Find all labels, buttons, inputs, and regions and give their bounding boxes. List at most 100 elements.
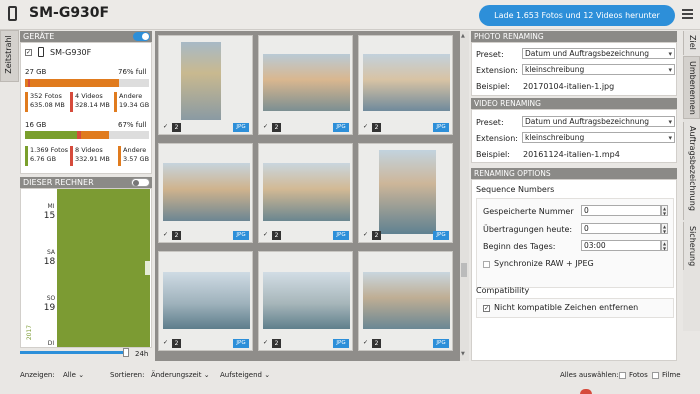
tab-timeline[interactable]: Zeitstrahl: [0, 30, 19, 82]
day-number: 19: [43, 303, 56, 313]
renaming-options-header: RENAMING OPTIONS: [471, 168, 677, 179]
timeline-zoom-slider[interactable]: [20, 351, 125, 354]
type-badge: JPG: [333, 339, 349, 348]
select-checkbox[interactable]: ✓: [163, 124, 169, 130]
chevron-down-icon: ⌄: [78, 371, 85, 379]
video-renaming-panel: Preset: Datum und Auftragsbezeichnung Ex…: [471, 109, 677, 163]
stored-number-label: Gespeicherte Nummer: [483, 207, 574, 216]
photo-extension-select[interactable]: kleinschreibung: [522, 64, 675, 75]
show-filter-select[interactable]: Alle ⌄: [63, 371, 84, 379]
compatibility-title: Compatibility: [476, 286, 530, 295]
storage1-videos: 4 Videos 328.14 MB: [70, 92, 110, 112]
photo-preset-select[interactable]: Datum und Auftragsbezeichnung: [522, 48, 675, 59]
thumbnail[interactable]: ✓ 2 JPG: [258, 143, 353, 243]
device-checkbox[interactable]: ✓: [25, 49, 32, 56]
renaming-options-panel: Sequence Numbers Gespeicherte Nummer 0 ▲…: [471, 179, 677, 361]
phone-icon: [38, 47, 44, 57]
sort-order-select[interactable]: Aufsteigend ⌄: [220, 371, 270, 379]
sequence-box: Gespeicherte Nummer 0 ▲ ▼ Übertragungen h…: [476, 198, 674, 288]
thumbnail-grid: ✓ 2 JPG ✓ 2 JPG ✓ 2 JPG ✓ 2 JPG ✓ 2 JPG …: [155, 31, 460, 361]
select-all-label: Alles auswählen:: [560, 371, 619, 379]
thumbnail[interactable]: ✓ 2 JPG: [158, 35, 253, 135]
select-checkbox[interactable]: ✓: [263, 124, 269, 130]
year-label: 2017: [26, 324, 34, 341]
phone-icon: [8, 6, 17, 21]
timeline-panel: MI 15 SA 18 SO 19 DI 2017: [20, 188, 152, 348]
transfers-today-stepper[interactable]: ▲ ▼: [661, 223, 668, 234]
tab-job-code[interactable]: Auftragsbezeichnung: [683, 122, 700, 220]
tab-backup[interactable]: Sicherung: [683, 222, 700, 270]
day-start-input[interactable]: 03:00: [581, 240, 661, 251]
type-badge: JPG: [233, 339, 249, 348]
video-preset-select[interactable]: Datum und Auftragsbezeichnung: [522, 116, 675, 127]
compatibility-box: ✓ Nicht kompatible Zeichen entfernen: [476, 298, 674, 318]
day-start-stepper[interactable]: ▲ ▼: [661, 240, 668, 251]
storage2-bar: [25, 131, 149, 139]
devices-toggle[interactable]: [133, 32, 150, 41]
thumbnail[interactable]: ✓ 2 JPG: [358, 35, 453, 135]
select-checkbox[interactable]: ✓: [163, 340, 169, 346]
file-count: 2: [172, 123, 181, 132]
thumbnail[interactable]: ✓ 2 JPG: [158, 251, 253, 351]
type-badge: JPG: [233, 231, 249, 240]
stored-number-input[interactable]: 0: [581, 205, 661, 216]
grid-scrollbar[interactable]: ▲ ▼: [460, 31, 469, 361]
timeline-days: MI 15 SA 18 SO 19 DI 2017: [21, 189, 57, 347]
thumbnail[interactable]: ✓ 2 JPG: [358, 251, 453, 351]
photo-renaming-header: PHOTO RENAMING: [471, 31, 677, 42]
select-all-photos-checkbox[interactable]: [619, 372, 626, 379]
download-button[interactable]: Lade 1.653 Fotos und 12 Videos herunter: [479, 5, 675, 26]
thumbnail[interactable]: ✓ 2 JPG: [158, 143, 253, 243]
select-all-videos-checkbox[interactable]: [652, 372, 659, 379]
type-badge: JPG: [433, 339, 449, 348]
day-name: SO: [46, 295, 56, 302]
thumbnail[interactable]: ✓ 2 JPG: [258, 251, 353, 351]
day-name: DI: [47, 340, 55, 347]
hamburger-menu-icon[interactable]: [682, 9, 693, 19]
computer-toggle[interactable]: [131, 178, 150, 187]
transfers-today-label: Übertragungen heute:: [483, 225, 573, 234]
tab-destination[interactable]: Ziel: [683, 31, 700, 55]
select-checkbox[interactable]: ✓: [263, 232, 269, 238]
timeline-area[interactable]: [57, 189, 150, 347]
tab-rename[interactable]: Umbenennen: [683, 56, 700, 119]
thumbnail[interactable]: ✓ 2 JPG: [358, 143, 453, 243]
day-name: SA: [46, 249, 56, 256]
bottom-bar: Anzeigen: Alle ⌄ Sortieren: Änderungszei…: [0, 362, 700, 388]
device-title: SM-G930F: [29, 5, 110, 21]
grid-scroll-thumb[interactable]: [461, 263, 467, 277]
alert-icon: [580, 389, 592, 394]
tab-rename-label: Umbenennen: [688, 61, 697, 115]
transfers-today-input[interactable]: 0: [581, 223, 661, 234]
example-label: Beispiel:: [476, 82, 510, 91]
preset-label: Preset:: [476, 118, 504, 127]
select-checkbox[interactable]: ✓: [163, 232, 169, 238]
preset-label: Preset:: [476, 50, 504, 59]
chevron-down-icon: ⌄: [264, 371, 271, 379]
show-label: Anzeigen:: [20, 371, 55, 379]
timeline-zoom-handle[interactable]: [123, 348, 129, 357]
timeline-scroll-handle[interactable]: [145, 261, 150, 275]
thumbnail-image: [363, 54, 450, 111]
storage1-other: Andere 19.34 GB: [114, 92, 149, 112]
select-checkbox[interactable]: ✓: [363, 232, 369, 238]
day-start-label: Beginn des Tages:: [483, 242, 556, 251]
storage2-photos: 1.369 Fotos 6.76 GB: [25, 146, 68, 166]
photo-renaming-panel: Preset: Datum und Auftragsbezeichnung Ex…: [471, 42, 677, 96]
thumbnail[interactable]: ✓ 2 JPG: [258, 35, 353, 135]
select-checkbox[interactable]: ✓: [263, 340, 269, 346]
select-checkbox[interactable]: ✓: [363, 124, 369, 130]
thumbnail-image: [163, 272, 250, 329]
thumbnail-image: [181, 42, 221, 120]
sort-field-select[interactable]: Änderungszeit ⌄: [151, 371, 210, 379]
sync-raw-jpeg-checkbox[interactable]: [483, 261, 490, 268]
tab-job-code-label: Auftragsbezeichnung: [688, 126, 697, 211]
select-checkbox[interactable]: ✓: [363, 340, 369, 346]
sort-label: Sortieren:: [110, 371, 145, 379]
video-extension-select[interactable]: kleinschreibung: [522, 132, 675, 143]
stored-number-stepper[interactable]: ▲ ▼: [661, 205, 668, 216]
compat-checkbox[interactable]: ✓: [483, 305, 490, 312]
type-badge: JPG: [333, 231, 349, 240]
photos-label: Fotos: [629, 371, 648, 379]
day-number: 18: [43, 257, 56, 267]
